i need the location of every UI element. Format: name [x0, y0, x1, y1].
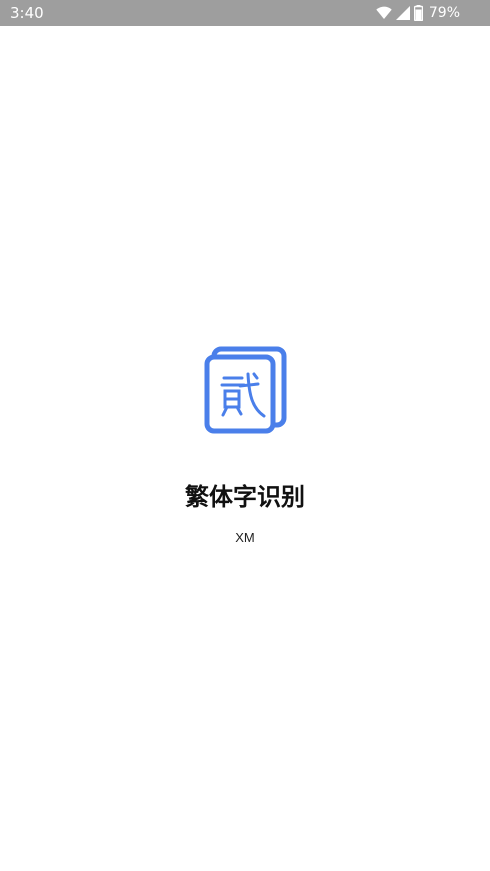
app-author: XM [235, 530, 255, 545]
status-icons: 79% [376, 4, 460, 22]
document-stack-character-icon [202, 346, 288, 436]
battery-percent: 79% [428, 5, 460, 21]
wifi-icon [376, 6, 392, 20]
splash-screen: 3:40 79% 繁体字识别 XM [0, 0, 490, 871]
battery-icon [413, 5, 423, 21]
status-bar: 3:40 79% [0, 0, 490, 26]
app-name: 繁体字识别 [185, 483, 305, 511]
status-time: 3:40 [10, 4, 44, 22]
signal-icon [395, 6, 410, 20]
